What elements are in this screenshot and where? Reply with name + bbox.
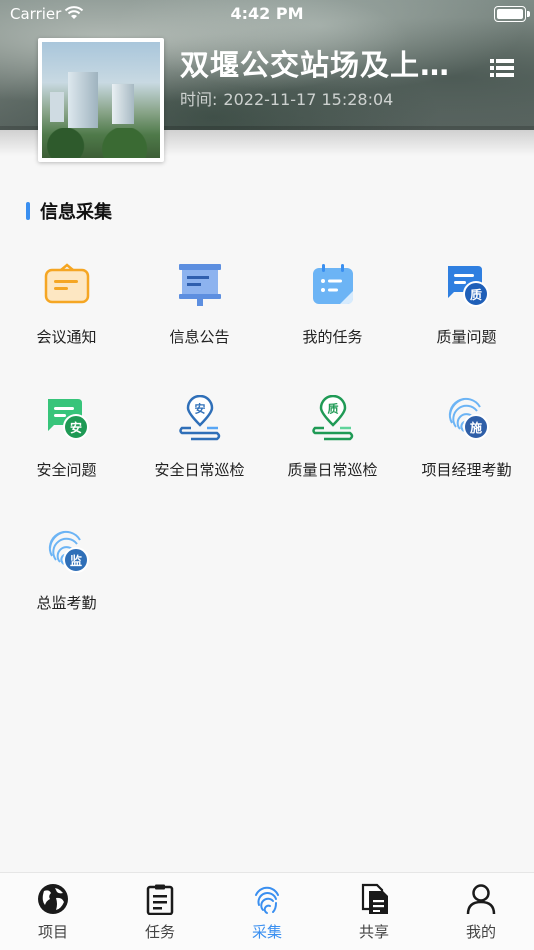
grid-item-label: 会议通知 [36,328,97,346]
status-bar: Carrier 4:42 PM [0,0,534,28]
meeting-notice-icon [44,263,90,304]
badge-text: 质 [328,402,339,416]
grid-item-pm-attendance[interactable]: 施 项目经理考勤 [400,385,533,505]
grid-item-my-tasks[interactable]: 我的任务 [266,252,399,372]
grid-item-safety-patrol[interactable]: 安 安全日常巡检 [133,385,266,505]
project-time: 时间: 2022-11-17 15:28:04 [180,86,393,110]
tab-mine[interactable]: 我的 [428,881,534,941]
quality-patrol-icon: 质 [312,395,354,441]
announcement-icon [179,264,221,306]
grid-item-meeting-notice[interactable]: 会议通知 [0,252,133,372]
time-label: 时间: [180,90,218,109]
grid-item-safety-issue[interactable]: 安 安全问题 [0,385,133,505]
grid-item-label: 我的任务 [302,328,363,346]
time-value: 2022-11-17 15:28:04 [223,90,394,109]
pm-attendance-icon: 施 [448,397,489,440]
battery-icon [494,6,530,22]
badge-text: 安 [195,402,206,416]
grid-item-label: 项目经理考勤 [421,461,512,479]
grid-item-label: 安全日常巡检 [154,461,245,479]
supervisor-attendance-icon: 监 [48,530,89,573]
tab-tasks[interactable]: 任务 [107,881,213,941]
clipboard-icon [146,884,174,915]
project-thumbnail[interactable] [38,38,164,162]
grid-item-quality-patrol[interactable]: 质 质量日常巡检 [266,385,399,505]
badge-text: 施 [470,420,482,435]
globe-icon [38,884,68,914]
clock: 4:42 PM [230,4,304,23]
tab-collect[interactable]: 采集 [214,881,320,941]
project-title[interactable]: 双堰公交站场及上… [180,42,450,84]
section-accent-bar [26,202,30,220]
list-menu-icon[interactable] [490,58,514,78]
grid-item-label: 信息公告 [169,328,230,346]
tab-label: 采集 [251,923,282,941]
grid-item-quality-issue[interactable]: 质 质量问题 [400,252,533,372]
tab-label: 我的 [465,923,496,941]
tab-bar: 项目 任务 采集 共享 我的 [0,872,534,950]
tab-label: 共享 [358,923,389,941]
grid-item-announcement[interactable]: 信息公告 [133,252,266,372]
section-title: 信息采集 [40,202,112,223]
documents-icon [361,883,388,914]
fingerprint-icon [255,886,279,914]
my-tasks-icon [313,264,353,304]
user-icon [466,884,496,915]
quality-issue-icon: 质 [448,266,489,307]
grid-item-label: 总监考勤 [36,594,97,612]
safety-issue-icon: 安 [48,399,89,440]
grid-item-supervisor-attendance[interactable]: 监 总监考勤 [0,518,133,638]
safety-patrol-icon: 安 [179,395,221,441]
badge-text: 安 [70,420,82,435]
tab-label: 项目 [37,923,68,941]
badge-text: 质 [470,287,482,302]
badge-text: 监 [70,553,82,568]
section-header: 信息采集 [26,200,112,223]
grid-item-label: 安全问题 [36,461,97,479]
grid-item-label: 质量问题 [436,328,497,346]
tab-label: 任务 [144,923,175,941]
tab-project[interactable]: 项目 [0,881,106,941]
tab-share[interactable]: 共享 [321,881,427,941]
grid-item-label: 质量日常巡检 [287,461,378,479]
